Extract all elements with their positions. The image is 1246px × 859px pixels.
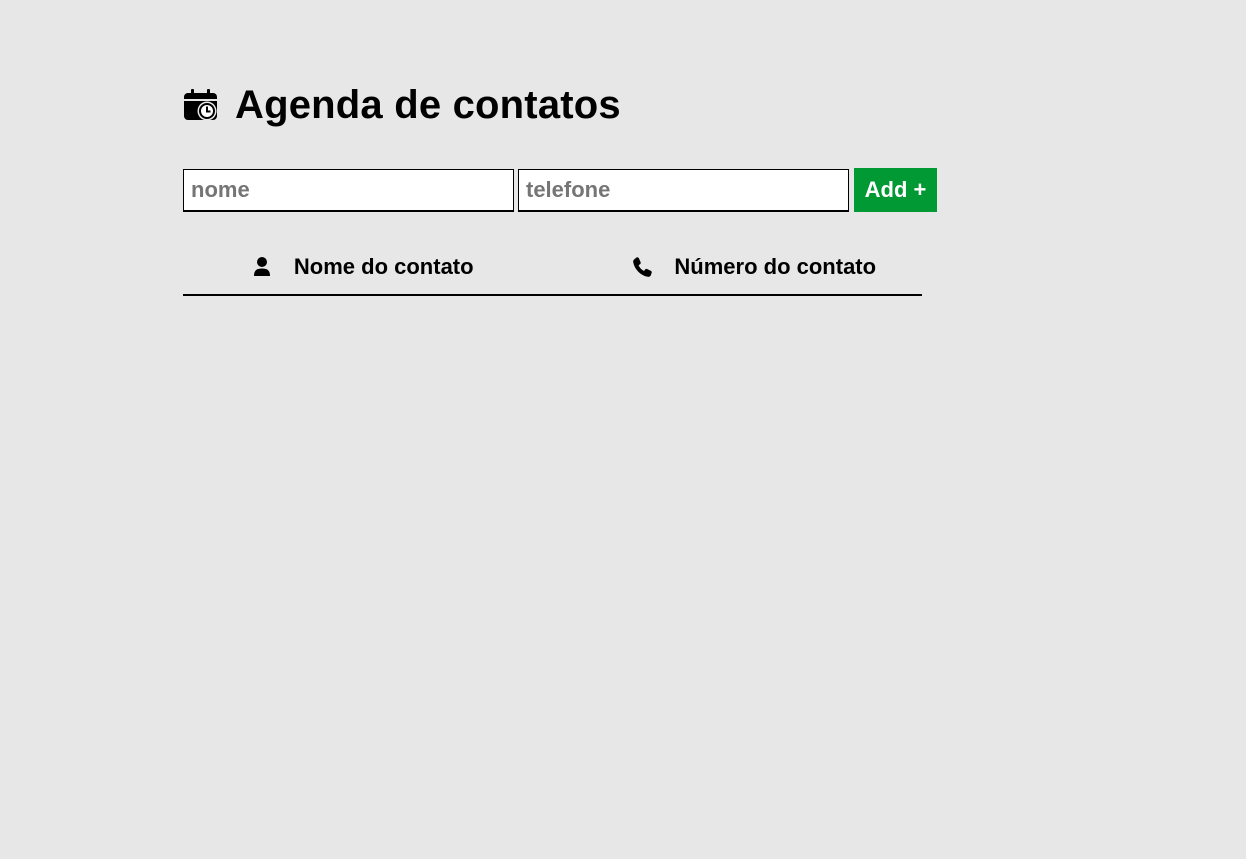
phone-input[interactable] [518, 168, 849, 212]
page: Agenda de contatos Add + Nome do contato [0, 0, 1246, 859]
column-header-phone: Número do contato [531, 240, 923, 294]
user-icon [252, 256, 272, 278]
name-input[interactable] [183, 168, 514, 212]
page-header: Agenda de contatos [183, 82, 621, 128]
phone-icon [632, 256, 653, 278]
column-header-name: Nome do contato [183, 240, 531, 294]
column-header-name-label: Nome do contato [293, 254, 474, 279]
column-header-phone-label: Número do contato [674, 254, 877, 279]
page-title: Agenda de contatos [235, 83, 621, 127]
table-header-row: Nome do contato Número do contato [183, 240, 922, 296]
contacts-table: Nome do contato Número do contato [183, 240, 922, 296]
add-button[interactable]: Add + [854, 168, 937, 212]
calendar-clock-icon [183, 88, 219, 122]
add-contact-form: Add + [183, 168, 937, 212]
